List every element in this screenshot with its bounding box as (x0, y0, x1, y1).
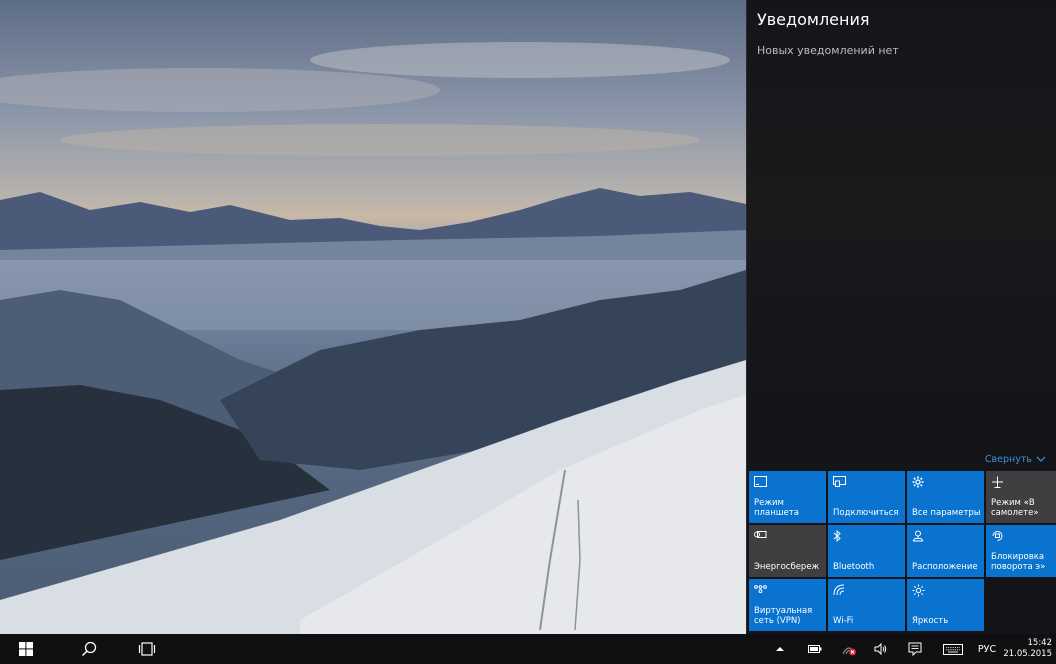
search-button[interactable] (76, 634, 102, 664)
quick-action-label: Блокировка поворота э» (991, 552, 1046, 572)
chevron-down-icon (1036, 454, 1046, 465)
empty-tile-slot (986, 579, 1056, 631)
wifi-icon (833, 584, 847, 596)
quick-action-label: Режим «В самолете» (991, 498, 1039, 518)
no-notifications-message: Новых уведомлений нет (757, 44, 899, 57)
quick-action-tile[interactable]: Режим «В самолете» (986, 471, 1056, 523)
vpn-icon (754, 584, 768, 596)
collapse-link[interactable]: Свернуть (985, 454, 1046, 465)
rotation-lock-icon (991, 530, 1005, 542)
quick-actions-grid: Режим планшета Подключиться Все параметры Р… (749, 471, 1056, 631)
tablet-mode-icon (754, 476, 768, 488)
clock-time: 15:42 (1027, 638, 1053, 648)
quick-action-tile[interactable]: Блокировка поворота э» (986, 525, 1056, 577)
quick-action-tile[interactable]: Энергосбереж (749, 525, 826, 577)
quick-action-label: Bluetooth (833, 562, 875, 572)
quick-action-tile[interactable]: Расположение (907, 525, 984, 577)
action-center-panel: Уведомления Новых уведомлений нет Сверну… (746, 0, 1056, 634)
location-icon (912, 530, 926, 542)
clock-button[interactable]: 15:42 21.05.2015 (1003, 634, 1056, 664)
quick-action-tile[interactable]: Яркость (907, 579, 984, 631)
show-hidden-icons-button[interactable] (772, 634, 788, 664)
connect-icon (833, 476, 847, 488)
quick-action-tile[interactable]: Режим планшета (749, 471, 826, 523)
volume-tray-button[interactable] (872, 634, 890, 664)
start-button[interactable] (12, 634, 40, 664)
windows-logo-icon (19, 642, 33, 656)
quick-action-label: Подключиться (833, 508, 899, 518)
brightness-icon (912, 584, 926, 597)
notification-icon (908, 642, 922, 656)
battery-saver-icon (754, 530, 768, 542)
quick-action-label: Энергосбереж (754, 562, 820, 572)
clock-date: 21.05.2015 (1003, 649, 1052, 659)
quick-action-tile[interactable]: Bluetooth (828, 525, 905, 577)
task-view-button[interactable] (134, 634, 160, 664)
chevron-up-icon (776, 647, 784, 651)
touch-keyboard-button[interactable] (940, 634, 966, 664)
quick-action-tile[interactable]: Виртуальная сеть (VPN) (749, 579, 826, 631)
wifi-disconnected-icon (842, 647, 856, 656)
action-center-title: Уведомления (757, 10, 870, 29)
battery-icon (808, 645, 822, 653)
quick-action-label: Wi-Fi (833, 616, 854, 626)
quick-action-label: Расположение (912, 562, 978, 572)
battery-tray-button[interactable] (806, 634, 824, 664)
task-view-icon (138, 642, 156, 656)
quick-action-label: Все параметры (912, 508, 981, 518)
action-center-tray-button[interactable] (906, 634, 924, 664)
keyboard-icon (943, 643, 963, 655)
quick-action-label: Виртуальная сеть (VPN) (754, 606, 813, 626)
speaker-icon (874, 643, 887, 655)
quick-action-label: Яркость (912, 616, 949, 626)
settings-gear-icon (912, 476, 926, 488)
network-tray-button[interactable] (838, 634, 860, 664)
input-language-button[interactable]: РУС (974, 634, 1000, 664)
search-icon (81, 641, 97, 657)
quick-action-tile[interactable]: Все параметры (907, 471, 984, 523)
quick-action-label: Режим планшета (754, 498, 799, 518)
collapse-label: Свернуть (984, 454, 1032, 465)
airplane-icon (991, 476, 1005, 488)
bluetooth-icon (833, 529, 847, 543)
quick-action-tile[interactable]: Wi-Fi (828, 579, 905, 631)
taskbar: РУС 15:42 21.05.2015 (0, 634, 1056, 664)
quick-action-tile[interactable]: Подключиться (828, 471, 905, 523)
